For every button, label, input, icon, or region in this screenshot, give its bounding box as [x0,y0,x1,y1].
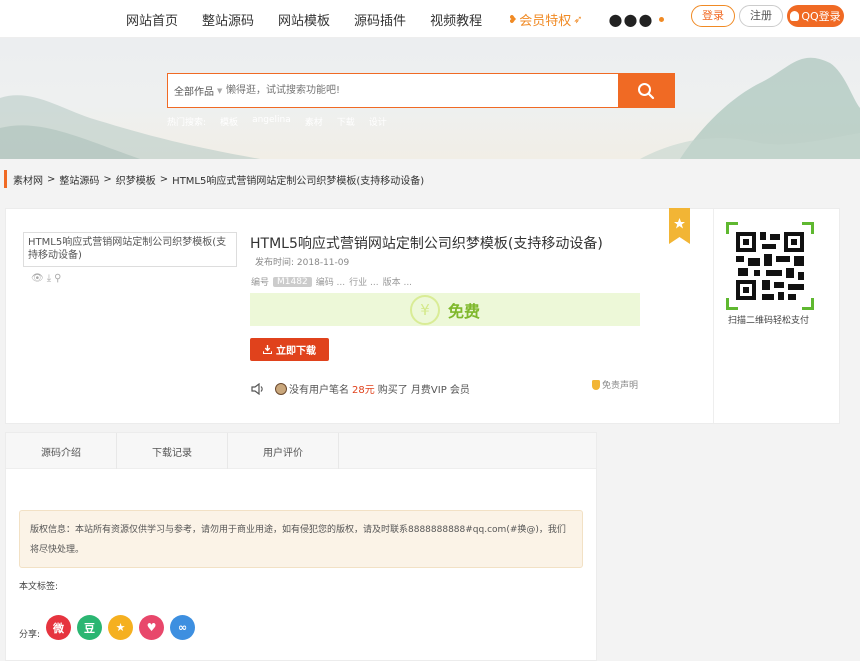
hot-search-label: 热门搜索: [167,118,207,128]
breadcrumb-site-source[interactable]: 整站源码 [59,172,99,187]
coding-label: 编码 ... [315,278,346,288]
hot-search-term[interactable]: 设计 [369,115,387,128]
qr-code [726,222,814,310]
nav-vip[interactable]: ❥ 会员特权 ➶ [506,10,584,29]
nav-plugins[interactable]: 源码插件 [354,10,406,29]
code-label: 编号 [251,278,270,288]
more-menu[interactable]: ●●● [609,10,665,29]
qq-login-label: QQ登录 [801,10,841,23]
breadcrumb-home[interactable]: 素材网 [13,172,43,187]
breadcrumb-current: HTML5响应式营销网站定制公司织梦模板(支持移动设备) [172,175,425,187]
search-input[interactable] [226,74,618,107]
hot-search-term[interactable]: 素材 [305,115,323,128]
search-banner: 全部作品 ▼ 热门搜索: 模板 angelina 素材 下载 设计 [0,38,860,159]
card-divider [713,209,714,423]
top-nav-bar: 网站首页 整站源码 网站模板 源码插件 视频教程 ❥ 会员特权 ➶ ●●● 登录… [0,0,860,38]
login-button[interactable]: 登录 [691,5,735,27]
search-category-select[interactable]: 全部作品 ▼ [168,83,226,99]
hot-search-term[interactable]: angelina [252,115,291,128]
hot-searches: 热门搜索: 模板 angelina 素材 下载 设计 [167,115,401,128]
download-small-icon[interactable]: ⤓ [47,273,51,284]
breadcrumb-separator: > [103,173,112,185]
register-button[interactable]: 注册 [739,5,783,27]
publish-date-value: 2018-11-09 [296,258,350,268]
download-icon [263,345,272,354]
nav-home[interactable]: 网站首页 [126,10,178,29]
disclaimer-link[interactable]: 免责声明 [592,378,638,391]
tab-download-log[interactable]: 下载记录 [117,433,228,469]
thumbnail-alt-text: HTML5响应式营销网站定制公司织梦模板(支持移动设备) [28,237,227,261]
industry-label: 行业 ... [349,278,379,288]
search-button[interactable] [618,73,674,108]
product-thumbnail[interactable]: HTML5响应式营销网站定制公司织梦模板(支持移动设备) [23,232,237,267]
search-category-label: 全部作品 [174,87,214,98]
detail-tabs: 源码介绍 下载记录 用户评价 [6,433,596,469]
qq-icon [790,11,800,21]
nav-site-source[interactable]: 整站源码 [202,10,254,29]
breadcrumb: 素材网 > 整站源码 > 织梦模板 > HTML5响应式营销网站定制公司织梦模板… [4,170,428,188]
nav-video-tutorials[interactable]: 视频教程 [430,10,482,29]
purchase-ticker: 没有用户笔名 28元 购买了 月费VIP 会员 [251,381,470,396]
buyer-avatar [275,382,287,395]
qq-login-button[interactable]: QQ登录 [787,5,844,27]
breadcrumb-separator: > [159,173,169,185]
link-icon[interactable]: ∞ [170,615,196,640]
download-label: 立即下载 [276,346,316,357]
purchase-amount: 28元 [352,385,375,396]
price-banner: ¥ 免费 [250,293,640,326]
tab-user-reviews[interactable]: 用户评价 [228,433,339,469]
weibo-icon[interactable]: 微 [46,615,72,640]
yen-icon: ¥ [409,294,440,325]
nav-vip-label: 会员特权 [519,13,572,29]
version-label: 版本 ... [382,278,413,288]
product-card: HTML5响应式营销网站定制公司织梦模板(支持移动设备) 👁 ⤓ ⚲ HTML5… [5,208,840,424]
attachment-icon[interactable]: ⚲ [54,273,61,284]
caret-down-icon: ▼ [217,86,223,95]
purchase-text: 购买了 月费VIP 会员 [377,385,470,396]
breadcrumb-dedecms[interactable]: 织梦模板 [116,172,156,187]
pocket-icon[interactable]: ♥ [139,615,165,640]
code-badge: M1482 [273,276,312,287]
vip-wing-right-icon: ➶ [573,12,583,26]
hot-search-term[interactable]: 模板 [220,115,238,128]
main-nav: 网站首页 整站源码 网站模板 源码插件 视频教程 ❥ 会员特权 ➶ ●●● [126,0,665,38]
copyright-notice: 版权信息：本站所有资源仅供学习与参考，请勿用于商业用途，如有侵犯您的版权，请及时… [19,510,583,568]
disclaimer-label: 免责声明 [602,381,639,391]
qr-caption: 扫描二维码轻松支付 [728,316,810,326]
tab-source-intro[interactable]: 源码介绍 [6,433,117,469]
bookmark-ribbon-icon [669,208,690,244]
vip-wing-left-icon: ❥ [508,12,518,26]
share-bar: 分享: 微 豆 ★ ♥ ∞ [19,615,201,640]
publish-date: 发布时间: 2018-11-09 [255,255,349,268]
douban-icon[interactable]: 豆 [77,615,103,640]
publish-date-label: 发布时间: [255,258,295,268]
thumbnail-actions: 👁 ⤓ ⚲ [31,273,61,284]
tags-label: 本文标签: [19,582,59,592]
qzone-icon[interactable]: ★ [108,615,134,640]
more-dots-icon: ●●● [608,9,654,29]
search-box: 全部作品 ▼ [167,73,675,108]
price-label: 免费 [447,301,480,321]
notification-dot [659,16,665,22]
breadcrumb-separator: > [47,173,56,185]
detail-section: 源码介绍 下载记录 用户评价 版权信息：本站所有资源仅供学习与参考，请勿用于商业… [5,432,597,661]
product-title: HTML5响应式营销网站定制公司织梦模板(支持移动设备) [250,236,603,252]
buyer-name: 没有用户笔名 [289,385,349,396]
eye-icon[interactable]: 👁 [31,273,44,284]
download-button[interactable]: 立即下载 [250,338,329,361]
speaker-icon [251,382,263,395]
search-icon [638,82,655,99]
product-meta: 编号 M1482 编码 ... 行业 ... 版本 ... [251,275,412,288]
hot-search-term[interactable]: 下载 [337,115,355,128]
share-label: 分享: [19,630,41,640]
shield-icon [592,379,600,390]
nav-templates[interactable]: 网站模板 [278,10,330,29]
